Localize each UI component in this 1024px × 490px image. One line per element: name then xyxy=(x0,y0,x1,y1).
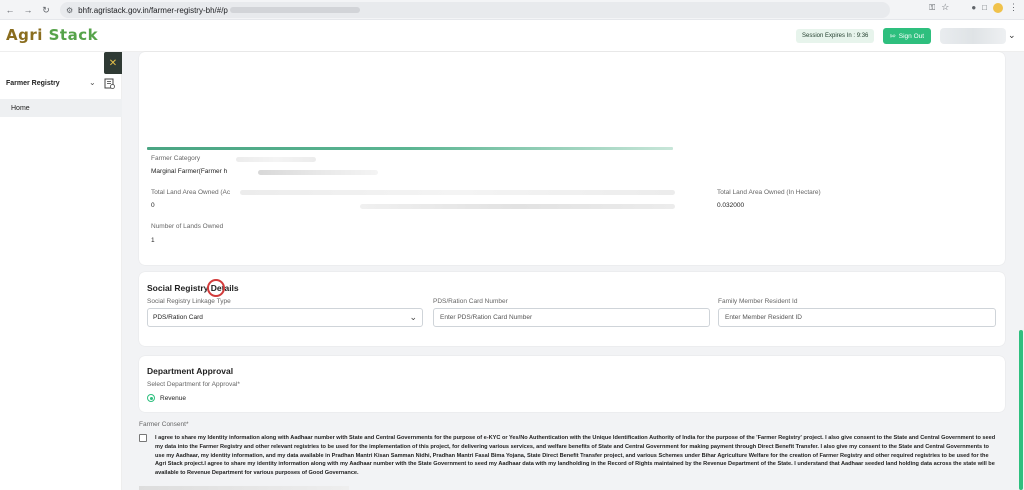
chevron-down-icon[interactable]: ⌄ xyxy=(89,78,96,87)
profile-icon[interactable] xyxy=(993,2,1003,13)
mic-icon[interactable]: ● xyxy=(971,3,976,12)
back-icon[interactable]: ← xyxy=(2,2,18,18)
land-owned-acre-label: Total Land Area Owned (Ac xyxy=(151,189,231,196)
redacted-text xyxy=(236,157,316,162)
url-redacted xyxy=(229,7,360,13)
department-approval-card xyxy=(139,356,1005,412)
reload-icon[interactable]: ↻ xyxy=(38,2,54,18)
member-id-label: Family Member Resident Id xyxy=(718,298,798,305)
revenue-radio[interactable] xyxy=(147,394,155,402)
revenue-radio-label[interactable]: Revenue xyxy=(160,395,186,402)
scrollbar-thumb[interactable] xyxy=(1019,330,1023,490)
land-owned-acre-value: 0 xyxy=(151,202,155,209)
lands-count-value: 1 xyxy=(151,237,155,244)
farmer-category-value: Marginal Farmer(Farmer h xyxy=(151,168,228,175)
logo-part-2: Stack xyxy=(48,26,99,44)
logo-part-1: Agri xyxy=(6,26,49,44)
site-settings-icon[interactable]: ⚙ xyxy=(66,6,73,15)
address-bar[interactable]: ⚙ bhfr.agristack.gov.in/farmer-registry-… xyxy=(60,2,890,18)
star-icon[interactable]: ☆ xyxy=(941,2,949,13)
member-id-input[interactable] xyxy=(718,308,996,327)
linkage-type-label: Social Registry Linkage Type xyxy=(147,298,231,305)
pds-number-label: PDS/Ration Card Number xyxy=(433,298,508,305)
sign-out-icon: ⇰ xyxy=(889,33,896,40)
redacted-text xyxy=(258,170,378,175)
sign-out-label: Sign Out xyxy=(898,32,925,40)
sidebar-section-title[interactable]: Farmer Registry xyxy=(6,80,60,87)
linkage-type-value: PDS/Ration Card xyxy=(153,314,203,321)
forward-icon[interactable]: → xyxy=(20,2,36,18)
consent-text: I agree to share my Identity information… xyxy=(155,435,996,477)
land-owned-hectare-value: 0.032000 xyxy=(717,202,745,209)
linkage-type-select[interactable]: PDS/Ration Card ⌄ xyxy=(147,308,423,327)
department-approval-title: Department Approval xyxy=(147,366,234,376)
key-icon[interactable]: ⚿ xyxy=(929,3,935,13)
browser-toolbar: ← → ↻ ⚙ bhfr.agristack.gov.in/farmer-reg… xyxy=(0,0,1024,20)
consent-label: Farmer Consent* xyxy=(139,421,189,428)
menu-icon[interactable]: ⋮ xyxy=(1009,2,1018,13)
agristack-logo[interactable]: Agri Stack xyxy=(6,26,98,44)
user-menu[interactable] xyxy=(940,28,1006,44)
extensions-icon[interactable]: □ xyxy=(982,3,987,12)
consent-checkbox[interactable] xyxy=(139,434,147,442)
redacted-text xyxy=(240,190,675,195)
chevron-down-icon[interactable]: ⌄ xyxy=(1008,30,1016,41)
radio-dot xyxy=(149,396,153,400)
sidebar xyxy=(0,52,122,490)
redacted-text xyxy=(139,486,349,490)
session-expiry-badge: Session Expires In : 9:36 xyxy=(796,29,875,43)
registry-list-icon[interactable] xyxy=(104,78,115,89)
redacted-text xyxy=(360,204,675,209)
divider xyxy=(147,147,673,150)
sign-out-button[interactable]: ⇰ Sign Out xyxy=(883,28,931,44)
department-select-label: Select Department for Approval* xyxy=(147,381,240,388)
url-text: bhfr.agristack.gov.in/farmer-registry-bh… xyxy=(78,5,228,15)
chevron-down-icon: ⌄ xyxy=(409,312,417,322)
land-owned-hectare-label: Total Land Area Owned (In Hectare) xyxy=(717,189,821,196)
sidebar-collapse-button[interactable]: ✕ xyxy=(104,52,122,74)
close-icon: ✕ xyxy=(108,57,118,69)
pds-number-input[interactable] xyxy=(433,308,710,327)
cursor-highlight xyxy=(207,279,225,297)
farmer-category-label: Farmer Category xyxy=(151,155,201,162)
sidebar-item-home[interactable]: Home xyxy=(0,99,122,117)
lands-count-label: Number of Lands Owned xyxy=(151,223,224,230)
